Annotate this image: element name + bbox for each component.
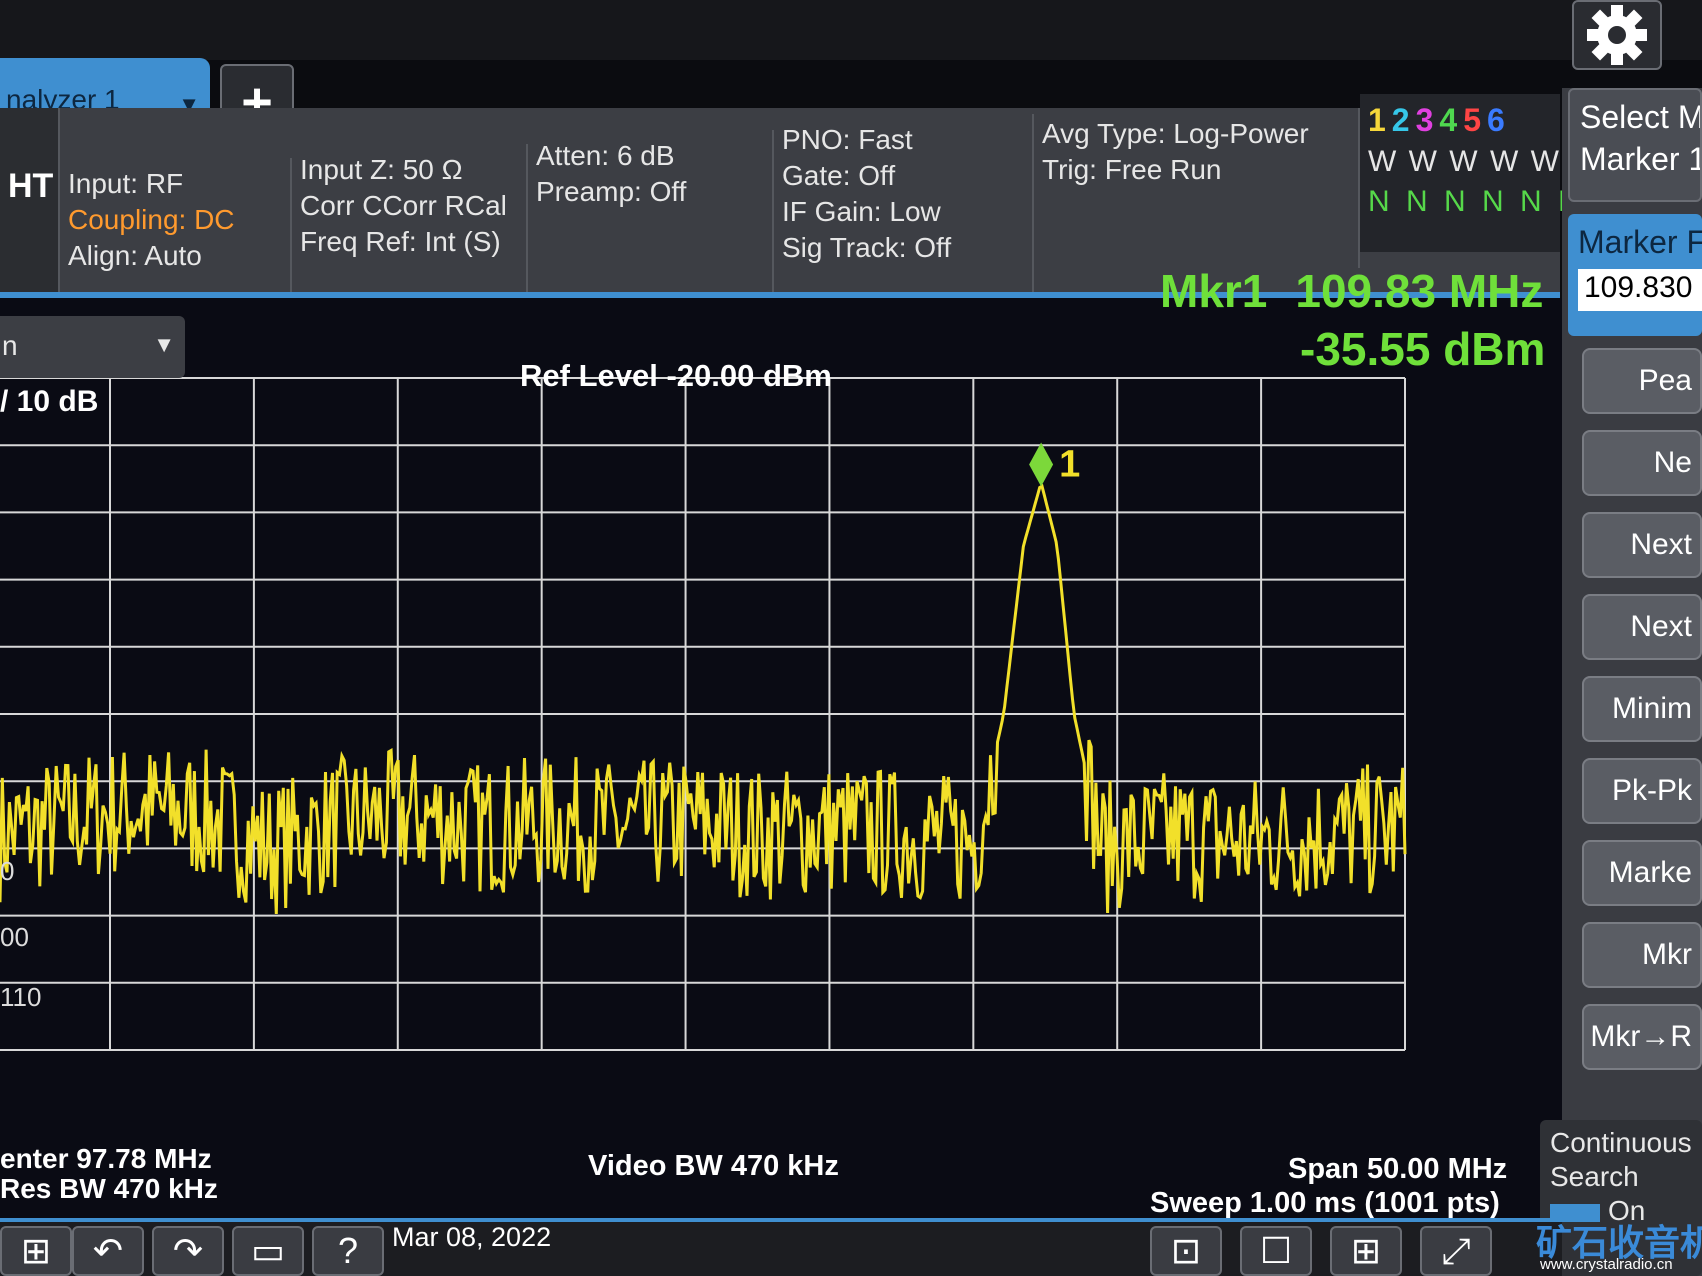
trace-types: W W W W W W [1368, 145, 1602, 178]
trace-number-5[interactable]: 5 [1463, 102, 1481, 138]
y-tick-label: 0 [0, 856, 15, 886]
mkr-to-cf-button[interactable]: Mkr [1582, 922, 1702, 988]
sig-track-label: Sig Track: Off [782, 232, 952, 263]
impedance-settings-panel[interactable]: Input Z: 50 Ω Corr CCorr RCal Freq Ref: … [292, 144, 528, 292]
help-icon[interactable]: ? [312, 1226, 384, 1276]
window-layout-icon[interactable]: ⊞ [1330, 1226, 1402, 1276]
chevron-down-icon: ▼ [153, 332, 175, 357]
touch-icon[interactable]: ☐ [1240, 1226, 1312, 1276]
correction-label: Corr CCorr RCal [300, 190, 507, 221]
marker-readout-frequency: Mkr1 109.83 MHz [1160, 264, 1543, 318]
sweep-label[interactable]: Sweep 1.00 ms (1001 pts) [1150, 1187, 1500, 1220]
watermark-url: www.crystalradio.cn [1540, 1256, 1673, 1273]
y-tick-label: 00 [0, 922, 29, 952]
peak-search-button[interactable]: Pea [1582, 348, 1702, 414]
avg-type-label: Avg Type: Log-Power [1042, 118, 1309, 149]
mode-label: HT [8, 167, 54, 205]
undo-icon[interactable]: ↶ [72, 1226, 144, 1276]
atten-label: Atten: 6 dB [536, 140, 675, 171]
attenuation-settings-panel[interactable]: Atten: 6 dB Preamp: Off [528, 130, 774, 292]
graticule [0, 377, 1406, 1051]
select-marker-softkey[interactable]: Select M Marker 1 [1568, 88, 1702, 202]
marker-readout-freq-value: 109.83 MHz [1295, 265, 1544, 317]
trigger-label: Trig: Free Run [1042, 154, 1222, 185]
y-tick-label: 110 [0, 982, 42, 1012]
continuous-search-label: Continuous [1550, 1127, 1692, 1158]
input-label: Input: RF [68, 168, 184, 199]
trace-numbers: 123456 [1368, 102, 1552, 140]
marker-frequency-input[interactable]: 109.830 [1578, 269, 1702, 311]
spectrum-plot[interactable]: 1 [0, 298, 1562, 1218]
screen-bezel [0, 0, 1702, 60]
coupling-label: Coupling: DC [68, 204, 235, 235]
freq-ref-label: Freq Ref: Int (S) [300, 226, 501, 257]
trace-detectors: N N N N N N [1368, 185, 1584, 218]
select-marker-value: Marker 1 [1580, 141, 1702, 177]
redo-icon[interactable]: ↷ [152, 1226, 224, 1276]
scale-type-value: n [2, 330, 18, 361]
res-bw-label[interactable]: Res BW 470 kHz [0, 1173, 218, 1205]
pk-pk-search-button[interactable]: Pk-Pk [1582, 758, 1702, 824]
trace-number-6[interactable]: 6 [1487, 102, 1505, 138]
marker-1-label: 1 [1059, 443, 1080, 485]
select-marker-label: Select M [1580, 99, 1702, 135]
next-peak-button[interactable]: Ne [1582, 430, 1702, 496]
align-label: Align: Auto [68, 240, 202, 271]
marker-delta-button[interactable]: Marke [1582, 840, 1702, 906]
marker-readout-name: Mkr1 [1160, 265, 1268, 317]
marker-frequency-label: Marker F [1578, 224, 1702, 260]
video-bw-label[interactable]: Video BW 470 kHz [588, 1150, 839, 1183]
ref-level-label: Ref Level -20.00 dBm [520, 358, 832, 393]
marker-readout-amplitude: -35.55 dBm [1300, 323, 1546, 375]
continuous-search-label-2: Search [1550, 1161, 1639, 1192]
averaging-settings-panel[interactable]: Avg Type: Log-Power Trig: Free Run [1034, 108, 1360, 268]
file-icon[interactable]: ▭ [232, 1226, 304, 1276]
network-icon[interactable]: ⊡ [1150, 1226, 1222, 1276]
center-frequency-label[interactable]: enter 97.78 MHz [0, 1143, 212, 1175]
trace-number-3[interactable]: 3 [1416, 102, 1434, 138]
sweep-settings-panel[interactable]: PNO: Fast Gate: Off IF Gain: Low Sig Tra… [774, 114, 1034, 292]
trace-number-2[interactable]: 2 [1392, 102, 1410, 138]
trace-1-line [0, 483, 1407, 915]
input-settings-panel[interactable]: Input: RF Coupling: DC Align: Auto [60, 158, 292, 292]
trace-status-panel[interactable]: 123456 W W W W W W N N N N N N [1360, 94, 1602, 252]
windows-icon[interactable]: ⊞ [0, 1226, 72, 1276]
scale-type-dropdown[interactable]: n ▼ [0, 316, 185, 378]
mode-indicator[interactable]: HT [0, 108, 60, 292]
next-peak-left-button[interactable]: Next [1582, 594, 1702, 660]
gear-icon[interactable] [1572, 0, 1662, 70]
if-gain-label: IF Gain: Low [782, 196, 941, 227]
marker-1-diamond[interactable] [1029, 442, 1054, 487]
trace-number-1[interactable]: 1 [1368, 102, 1386, 138]
preamp-label: Preamp: Off [536, 176, 687, 207]
trace-number-4[interactable]: 4 [1439, 102, 1457, 138]
next-peak-right-button[interactable]: Next [1582, 512, 1702, 578]
marker-1[interactable]: 1 [1029, 442, 1080, 487]
scale-per-division: / 10 dB [0, 385, 99, 418]
pno-label: PNO: Fast [782, 124, 913, 155]
mkr-to-ref-level-button[interactable]: Mkr→R [1582, 1004, 1702, 1070]
date-display: Mar 08, 2022 [392, 1222, 552, 1252]
input-z-label: Input Z: 50 Ω [300, 154, 463, 185]
gate-label: Gate: Off [782, 160, 896, 191]
marker-frequency-softkey[interactable]: Marker F 109.830 [1568, 214, 1702, 336]
fullscreen-icon[interactable]: ⤢ [1420, 1226, 1492, 1276]
minimum-search-button[interactable]: Minim [1582, 676, 1702, 742]
span-label[interactable]: Span 50.00 MHz [1288, 1153, 1507, 1186]
